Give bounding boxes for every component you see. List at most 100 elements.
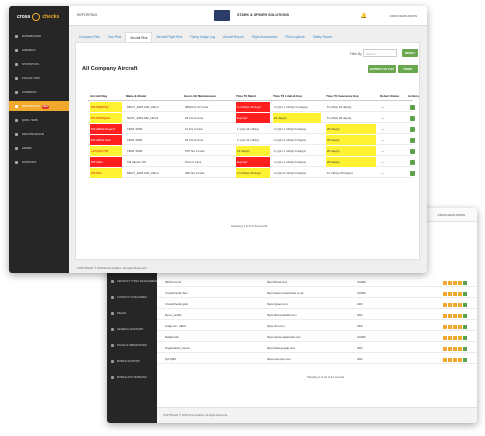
delete-icon[interactable] [448, 358, 452, 362]
approve-icon[interactable] [463, 325, 467, 329]
table-row[interactable]: MT-ABCE Test TEST 2000 22 hrs 0 mins 1 yr(s… [88, 135, 415, 145]
approve-icon[interactable] [463, 292, 467, 296]
table-row[interactable]: Which Go Air http://fwl.air.com UA306 [157, 278, 477, 287]
column-header[interactable]: Make & Model [126, 94, 146, 98]
table-row[interactable]: +47(0)27778 TEST 2000 375 hrs 3 mins 13 day… [88, 146, 415, 156]
tab-aircraft-risk[interactable]: Aircraft Risk [125, 32, 153, 42]
delete-icon[interactable] [448, 281, 452, 285]
tab-safety-report[interactable]: Safety Report [309, 32, 337, 42]
table-row[interactable]: Demo_test01 https://Demotest02.com JDG [157, 311, 477, 320]
table-row[interactable]: Indigo Air - 2ECL https://ho.com ADC [157, 322, 477, 331]
tab-aircraft-flight-risk[interactable]: Aircraft Flight Risk [152, 32, 186, 42]
export-csv-button[interactable]: EXPORT AS CSV [368, 65, 396, 73]
settings-icon[interactable] [458, 314, 462, 318]
view-icon[interactable] [453, 358, 457, 362]
reset-button[interactable]: RESET [402, 49, 418, 57]
notification-bell-icon[interactable]: 🔔 [361, 13, 367, 19]
back-sidebar-item[interactable]: CONTACT CATEGORIES [111, 294, 157, 302]
back-sidebar-item[interactable]: MOBILE SUPPORT [111, 358, 157, 366]
column-header[interactable]: Time Til Maint [236, 94, 256, 98]
sidebar-item-dashboard[interactable]: DASHBOARD [9, 31, 69, 41]
column-header[interactable]: Time Til Insurance Exp [326, 94, 359, 98]
view-action-icon[interactable] [410, 149, 415, 154]
sidebar-item-reporting[interactable]: REPORTING NEW [9, 101, 69, 111]
approve-icon[interactable] [463, 314, 467, 318]
settings-icon[interactable] [458, 358, 462, 362]
user-menu[interactable]: DROKOEKB ADMIN [390, 14, 417, 18]
approve-icon[interactable] [463, 347, 467, 351]
column-header[interactable]: Actions [408, 94, 419, 98]
view-icon[interactable] [453, 314, 457, 318]
sidebar-item-company[interactable]: COMPANY [9, 87, 69, 97]
settings-icon[interactable] [458, 281, 462, 285]
edit-icon[interactable] [443, 314, 447, 318]
settings-icon[interactable] [458, 292, 462, 296]
back-user-menu[interactable]: DROKOEKB ADMIN [438, 213, 465, 217]
delete-icon[interactable] [448, 325, 452, 329]
tab-your-risk[interactable]: Your Risk [104, 32, 126, 42]
sidebar-item-statistics[interactable]: STATISTICS [9, 59, 69, 69]
tab-aircraft-report[interactable]: Aircraft Report [219, 32, 248, 42]
view-action-icon[interactable] [410, 138, 415, 143]
approve-icon[interactable] [463, 336, 467, 340]
view-icon[interactable] [453, 292, 457, 296]
table-row[interactable]: MT-UEG CB Alpine 710 5 hrs 0 mins Expired 2 … [88, 157, 415, 167]
view-icon[interactable] [453, 325, 457, 329]
delete-icon[interactable] [448, 336, 452, 340]
filter-input[interactable]: Search [363, 49, 397, 57]
tab-pilot-logbook[interactable]: Pilot Logbook [281, 32, 308, 42]
print-button[interactable]: PRINT [398, 65, 418, 73]
table-row[interactable]: MT-NFWQGG NKIIT_AIR3 AIR_HOL4 23 hrs 0 min… [88, 113, 415, 123]
tab-flight-accessories[interactable]: Flight Accessories [248, 32, 282, 42]
crosschecks-logo[interactable]: cross checks [17, 12, 59, 22]
view-icon[interactable] [453, 336, 457, 340]
view-icon[interactable] [453, 303, 457, 307]
view-action-icon[interactable] [410, 160, 415, 165]
settings-icon[interactable] [458, 303, 462, 307]
back-sidebar-item[interactable]: ROLES & PERMISSIONS [111, 342, 157, 350]
column-header[interactable]: Hours till Maintenance [184, 94, 216, 98]
edit-icon[interactable] [443, 336, 447, 340]
view-action-icon[interactable] [410, 127, 415, 132]
tab-flying-usage-log[interactable]: Flying Usage Log [186, 32, 219, 42]
edit-icon[interactable] [443, 292, 447, 296]
back-sidebar-item[interactable]: FIELDS [111, 310, 157, 318]
edit-icon[interactable] [443, 281, 447, 285]
back-sidebar-item[interactable]: AIRCRAFT TYPES MANAGEMENT [111, 278, 158, 286]
view-action-icon[interactable] [410, 116, 415, 121]
edit-icon[interactable] [443, 325, 447, 329]
table-row[interactable]: MT-ZTA MKIIT_AIR3 AIR_HOL3 490 hrs 0 mins 2… [88, 168, 415, 178]
settings-icon[interactable] [458, 325, 462, 329]
table-row[interactable]: Organization_Demo http://www.google.com JD… [157, 344, 477, 353]
table-row[interactable]: MT-FNDPXQ MKIIT_AIR3 AIR_HOL3 4650 hrs 37 … [88, 102, 415, 112]
sidebar-item-airfield[interactable]: AIRFIELD [9, 45, 69, 55]
delete-icon[interactable] [448, 292, 452, 296]
sidebar-item-support[interactable]: SUPPORT [9, 157, 69, 167]
sidebar-item-admin[interactable]: ADMIN [9, 143, 69, 153]
back-sidebar-item[interactable]: GENERAL ADVISORS [111, 326, 157, 334]
column-header[interactable]: Defect Status [380, 94, 399, 98]
delete-icon[interactable] [448, 314, 452, 318]
column-header[interactable]: Time Til LinkLik Exp [273, 94, 302, 98]
column-header[interactable]: Aircraft Reg [90, 94, 107, 98]
settings-icon[interactable] [458, 336, 462, 340]
settings-icon[interactable] [458, 347, 462, 351]
edit-icon[interactable] [443, 303, 447, 307]
sidebar-item-flight-ops[interactable]: FLIGHT OPS [9, 73, 69, 83]
tab-company-risk[interactable]: Company Risk [75, 32, 104, 42]
delete-icon[interactable] [448, 347, 452, 351]
view-icon[interactable] [453, 347, 457, 351]
table-row[interactable]: CrossChecks gold https://goair.com ADC [157, 300, 477, 309]
approve-icon[interactable] [463, 358, 467, 362]
view-action-icon[interactable] [410, 171, 415, 176]
sidebar-item-qms-sms[interactable]: QMS / SMS [9, 115, 69, 125]
table-row[interactable]: QA QMS https://qa.qms.com JDG [157, 355, 477, 364]
table-row[interactable]: CrossChecks Test http://www.crosschecks.c… [157, 289, 477, 298]
view-icon[interactable] [453, 281, 457, 285]
table-row[interactable]: MT-ABCE Roger3 TEST 2000 11 hrs 3 mins 1 yr… [88, 124, 415, 134]
approve-icon[interactable] [463, 281, 467, 285]
table-row[interactable]: NaijaCrash https://www.naijacrash.com UA30… [157, 333, 477, 342]
approve-icon[interactable] [463, 303, 467, 307]
edit-icon[interactable] [443, 358, 447, 362]
delete-icon[interactable] [448, 303, 452, 307]
